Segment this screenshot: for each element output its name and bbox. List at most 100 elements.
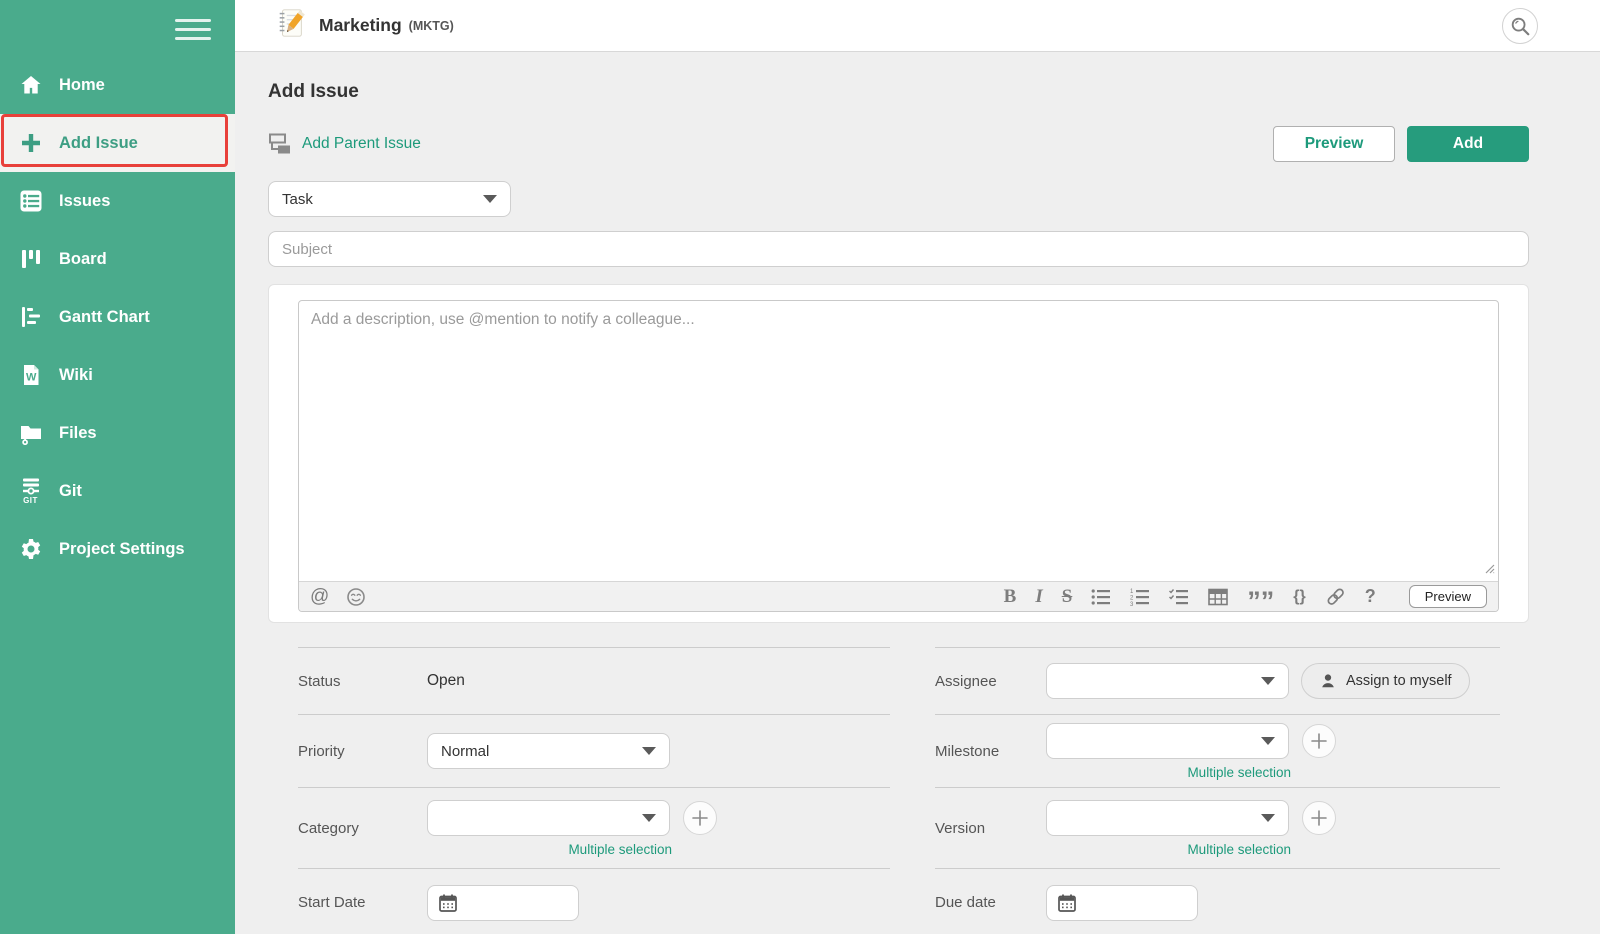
svg-text:3: 3 [1130, 602, 1134, 606]
code-braces-icon[interactable]: {} [1293, 585, 1305, 609]
add-milestone-button[interactable] [1302, 723, 1336, 758]
add-version-button[interactable] [1302, 800, 1336, 835]
add-category-button[interactable] [683, 800, 717, 835]
link-icon[interactable] [1325, 585, 1346, 609]
version-multiple-selection-link[interactable]: Multiple selection [1046, 842, 1291, 857]
subject-input[interactable] [268, 231, 1529, 267]
svg-text:W: W [26, 372, 37, 384]
help-icon[interactable]: ? [1365, 585, 1376, 609]
chevron-down-icon [1261, 677, 1275, 685]
milestone-select[interactable] [1046, 722, 1289, 759]
add-button[interactable]: Add [1407, 126, 1529, 162]
plus-icon [1311, 732, 1327, 749]
category-row: Category Multiple selection [298, 787, 890, 868]
git-icon: GIT [17, 476, 44, 506]
sidebar: Home Add Issue Issues Board Gantt Chart … [0, 0, 235, 934]
board-icon [17, 244, 44, 274]
sidebar-item-gantt-chart[interactable]: Gantt Chart [0, 288, 235, 346]
svg-text:1: 1 [1130, 589, 1134, 595]
editor-preview-button[interactable]: Preview [1408, 585, 1487, 608]
quote-icon[interactable]: ”” [1247, 585, 1274, 612]
chevron-down-icon [642, 813, 656, 822]
version-select[interactable] [1046, 799, 1289, 836]
sidebar-item-project-settings[interactable]: Project Settings [0, 520, 235, 578]
italic-icon[interactable]: I [1035, 585, 1042, 609]
issues-list-icon [17, 186, 44, 216]
issue-type-value: Task [282, 190, 313, 208]
milestone-multiple-selection-link[interactable]: Multiple selection [1046, 765, 1291, 780]
issue-type-select[interactable]: Task [268, 181, 511, 217]
plus-icon [17, 128, 44, 158]
git-badge-label: GIT [23, 495, 38, 505]
sidebar-item-issues[interactable]: Issues [0, 172, 235, 230]
due-date-input[interactable] [1046, 884, 1198, 921]
search-button[interactable] [1502, 7, 1538, 44]
add-parent-issue-link[interactable]: Add Parent Issue [268, 133, 421, 155]
add-parent-issue-label: Add Parent Issue [302, 135, 421, 152]
version-row: Version Multiple selection [935, 787, 1500, 868]
sidebar-item-home[interactable]: Home [0, 56, 235, 114]
chevron-down-icon [1261, 813, 1275, 822]
category-label: Category [298, 819, 359, 837]
priority-value: Normal [441, 742, 490, 760]
assignee-select[interactable] [1046, 663, 1289, 699]
sidebar-item-label: Board [59, 249, 107, 268]
sidebar-item-files[interactable]: Files [0, 404, 235, 462]
due-date-row: Due date [935, 868, 1500, 934]
plus-icon [1311, 809, 1327, 826]
sidebar-item-board[interactable]: Board [0, 230, 235, 288]
assign-to-myself-label: Assign to myself [1346, 673, 1452, 689]
category-multiple-selection-link[interactable]: Multiple selection [427, 842, 672, 857]
sidebar-item-label: Wiki [59, 365, 93, 384]
sidebar-item-label: Add Issue [59, 133, 138, 152]
add-issue-page: Add Issue Add Parent Issue Preview Add T… [235, 52, 1600, 934]
start-date-input[interactable] [427, 884, 579, 921]
due-date-label: Due date [935, 894, 996, 911]
resize-handle[interactable] [1482, 561, 1495, 579]
priority-row: Priority Normal [298, 714, 890, 787]
gear-icon [17, 534, 44, 564]
assignee-label: Assignee [935, 672, 997, 690]
home-icon [17, 70, 44, 100]
check-list-icon[interactable] [1169, 585, 1189, 609]
project-icon [275, 7, 307, 44]
parent-issue-icon [269, 133, 290, 154]
sidebar-item-label: Files [59, 423, 97, 442]
chevron-down-icon [642, 747, 656, 755]
calendar-icon [439, 894, 457, 912]
sidebar-item-add-issue[interactable]: Add Issue [0, 114, 235, 172]
priority-select[interactable]: Normal [427, 733, 670, 769]
milestone-label: Milestone [935, 742, 1000, 760]
status-label: Status [298, 672, 341, 690]
mention-icon[interactable]: @ [310, 585, 329, 609]
chevron-down-icon [483, 195, 497, 203]
project-name: Marketing [319, 15, 402, 35]
sidebar-item-wiki[interactable]: W Wiki [0, 346, 235, 404]
bullet-list-icon[interactable] [1091, 585, 1111, 609]
milestone-row: Milestone Multiple selection [935, 714, 1500, 787]
hamburger-menu-icon[interactable] [175, 13, 211, 46]
project-key: (MKTG) [408, 18, 454, 33]
bold-icon[interactable]: B [1004, 585, 1017, 609]
assign-to-myself-button[interactable]: Assign to myself [1301, 663, 1470, 699]
app-header: Marketing (MKTG) [235, 0, 1600, 52]
preview-button[interactable]: Preview [1273, 126, 1395, 162]
fields-right-column: Assignee Assign to myself Milestone Mult… [935, 647, 1500, 934]
assignee-row: Assignee Assign to myself [935, 647, 1500, 714]
page-title: Add Issue [268, 81, 359, 102]
sidebar-item-git[interactable]: GIT Git [0, 462, 235, 520]
version-label: Version [935, 819, 986, 837]
numbered-list-icon[interactable]: 1 2 3 [1130, 585, 1150, 609]
gantt-icon [17, 302, 44, 332]
description-placeholder: Add a description, use @mention to notif… [311, 311, 695, 328]
sidebar-item-label: Git [59, 481, 82, 500]
files-icon [17, 418, 44, 448]
strikethrough-icon[interactable]: S [1062, 585, 1073, 609]
table-icon[interactable] [1208, 585, 1229, 609]
start-date-row: Start Date [298, 868, 890, 934]
search-icon [1511, 17, 1530, 35]
plus-icon [692, 809, 708, 826]
emoji-icon[interactable] [346, 585, 366, 609]
description-textarea[interactable]: Add a description, use @mention to notif… [299, 301, 1498, 581]
category-select[interactable] [427, 799, 670, 836]
